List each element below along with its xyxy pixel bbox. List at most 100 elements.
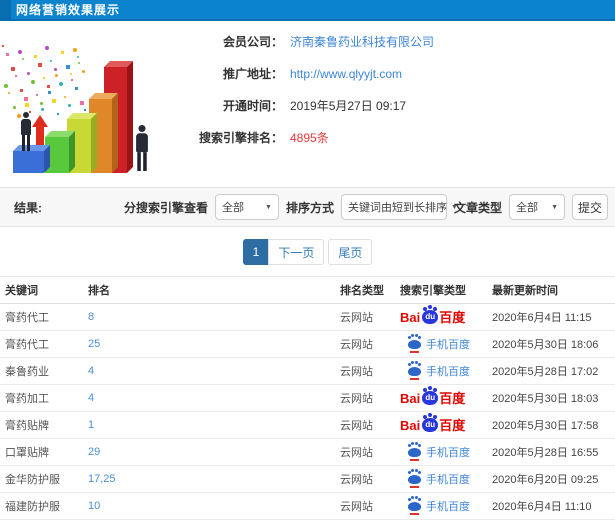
table-header-row: 关键词 排名 排名类型 搜索引擎类型 最新更新时间	[0, 276, 615, 304]
rank-link[interactable]: 8	[88, 311, 340, 323]
keyword-ranking-table: 关键词 排名 排名类型 搜索引擎类型 最新更新时间 膏药代工 8 云网站 Bai…	[0, 276, 615, 520]
page-1-button[interactable]: 1	[242, 239, 270, 265]
baidu-logo: Bai du 百度	[400, 306, 465, 325]
next-page-button[interactable]: 下一页	[268, 239, 325, 265]
mobile-baidu-logo: 手机百度	[400, 363, 470, 381]
mobile-baidu-logo: 手机百度	[400, 336, 470, 354]
baidu-logo-bai: Bai	[400, 417, 421, 433]
baidu-logo: Bai du 百度	[400, 387, 466, 406]
rank-link[interactable]: 4	[88, 392, 340, 404]
mobile-baidu-logo: 手机百度	[400, 471, 470, 489]
article-type-value: 全部	[516, 202, 538, 214]
open-time-row: 开通时间： 2019年5月27日 09:17	[175, 97, 615, 114]
rank-link[interactable]: 10	[88, 500, 340, 512]
result-section-label: 结果:	[14, 200, 42, 215]
rank-link[interactable]: 29	[88, 446, 340, 458]
summary-section: 会员公司： 济南秦鲁药业科技有限公司 推广地址： http://www.qlyy…	[0, 21, 615, 183]
rank-link[interactable]: 4	[88, 365, 340, 377]
rank-type-cell: 云网站	[340, 366, 373, 378]
mobile-baidu-label: 手机百度	[426, 338, 470, 351]
table-row: 膏药贴牌 1 云网站 Bai du 百度 2020年5月30日 17:58	[0, 412, 615, 439]
window-titlebar: 网络营销效果展示	[0, 0, 615, 21]
table-body: 膏药代工 8 云网站 Bai du 百度 2020年6月4日 11:15 膏药代工 …	[0, 304, 615, 520]
rank-type-cell: 云网站	[340, 501, 373, 513]
updated-cell: 2020年5月30日 17:58	[492, 420, 599, 432]
keyword-cell: 福建防护服	[5, 501, 60, 513]
header-engine-type: 搜索引擎类型	[400, 285, 466, 297]
promo-url-link[interactable]: http://www.qlyyjt.com	[290, 67, 402, 81]
filter-bar: 结果: 分搜索引擎查看 全部 ▼ 排序方式 关键词由短到长排序 ▼ 文章类型 全…	[0, 187, 615, 227]
updated-cell: 2020年6月4日 11:15	[492, 312, 592, 324]
chevron-down-icon: ▼	[551, 203, 558, 211]
rank-type-cell: 云网站	[340, 312, 373, 324]
ranking-count-label: 搜索引擎排名：	[198, 131, 283, 145]
engine-cell: 手机百度	[400, 471, 492, 489]
engine-cell: Bai du 百度	[400, 387, 492, 406]
keyword-cell: 金华防护服	[5, 474, 60, 486]
mobile-baidu-paw-icon	[408, 471, 421, 489]
engine-cell: 手机百度	[400, 498, 492, 516]
open-time-value: 2019年5月27日 09:17	[290, 99, 407, 113]
engine-filter-label: 分搜索引擎查看	[123, 200, 208, 215]
rank-link[interactable]: 1	[88, 419, 340, 431]
baidu-logo-bai: Bai	[400, 309, 421, 325]
baidu-logo: Bai du 百度	[400, 414, 465, 433]
engine-cell: Bai du 百度	[400, 414, 492, 433]
mobile-baidu-label: 手机百度	[426, 446, 470, 459]
submit-button[interactable]: 提交	[572, 194, 608, 220]
page-title: 网络营销效果展示	[16, 3, 121, 17]
header-rank-type: 排名类型	[340, 285, 384, 297]
promo-url-row: 推广地址： http://www.qlyyjt.com	[175, 65, 615, 82]
baidu-logo-bai: Bai	[400, 390, 421, 406]
article-type-select[interactable]: 全部 ▼	[509, 194, 565, 220]
mobile-baidu-paw-icon	[408, 498, 421, 516]
baidu-paw-icon: du	[422, 306, 439, 324]
mobile-baidu-label: 手机百度	[426, 365, 470, 378]
table-row: 福建防护服 10 云网站 手机百度 2020年6月4日 11:10	[0, 493, 615, 520]
businessman-right	[133, 124, 152, 171]
ranking-count-value: 4895条	[290, 131, 329, 145]
table-row: 金华防护服 17,25 云网站 手机百度 2020年6月20日 09:25	[0, 466, 615, 493]
marketing-chart-illustration	[0, 21, 175, 183]
sort-filter-label: 排序方式	[285, 200, 334, 215]
keyword-cell: 口罩贴牌	[5, 447, 49, 459]
rank-link[interactable]: 25	[88, 338, 340, 350]
rank-link[interactable]: 17,25	[88, 473, 340, 485]
updated-cell: 2020年5月30日 18:06	[492, 339, 599, 351]
up-arrow-icon	[32, 115, 48, 147]
rank-type-cell: 云网站	[340, 420, 373, 432]
keyword-cell: 膏药加工	[5, 393, 49, 405]
sort-filter-select[interactable]: 关键词由短到长排序 ▼	[340, 194, 458, 220]
rank-type-cell: 云网站	[340, 474, 373, 486]
engine-cell: 手机百度	[400, 336, 492, 354]
updated-cell: 2020年5月28日 17:02	[492, 366, 599, 378]
chart-bar-blue	[13, 151, 44, 173]
updated-cell: 2020年5月28日 16:55	[492, 447, 599, 459]
engine-filter-select[interactable]: 全部 ▼	[214, 194, 279, 220]
member-company-link[interactable]: 济南秦鲁药业科技有限公司	[290, 33, 434, 50]
confetti	[2, 27, 102, 127]
ranking-count-row: 搜索引擎排名： 4895条	[175, 129, 615, 146]
updated-cell: 2020年6月4日 11:10	[492, 501, 592, 513]
keyword-cell: 膏药贴牌	[5, 420, 49, 432]
businessman-left	[18, 112, 34, 151]
baidu-logo-cn: 百度	[439, 390, 466, 406]
engine-cell: Bai du 百度	[400, 306, 492, 325]
mobile-baidu-logo: 手机百度	[400, 444, 470, 462]
engine-cell: 手机百度	[400, 363, 492, 381]
mobile-baidu-paw-icon	[408, 336, 421, 354]
keyword-cell: 秦鲁药业	[5, 366, 49, 378]
mobile-baidu-paw-icon	[408, 444, 421, 462]
sort-filter-value: 关键词由短到长排序	[347, 202, 447, 214]
mobile-baidu-label: 手机百度	[426, 473, 470, 486]
marketing-report-page: 网络营销效果展示 会员公司： 济南秦鲁药业科技有限公司 推广地址： http:/…	[0, 0, 615, 520]
open-time-label: 开通时间：	[222, 99, 283, 113]
rank-type-cell: 云网站	[340, 393, 373, 405]
updated-cell: 2020年6月20日 09:25	[492, 474, 599, 486]
updated-cell: 2020年5月30日 18:03	[492, 393, 599, 405]
last-page-button[interactable]: 尾页	[328, 239, 373, 265]
mobile-baidu-logo: 手机百度	[400, 498, 470, 516]
member-company-row: 会员公司： 济南秦鲁药业科技有限公司	[175, 33, 615, 50]
table-row: 膏药代工 25 云网站 手机百度 2020年5月30日 18:06	[0, 331, 615, 358]
promo-url-label: 推广地址：	[222, 67, 283, 81]
